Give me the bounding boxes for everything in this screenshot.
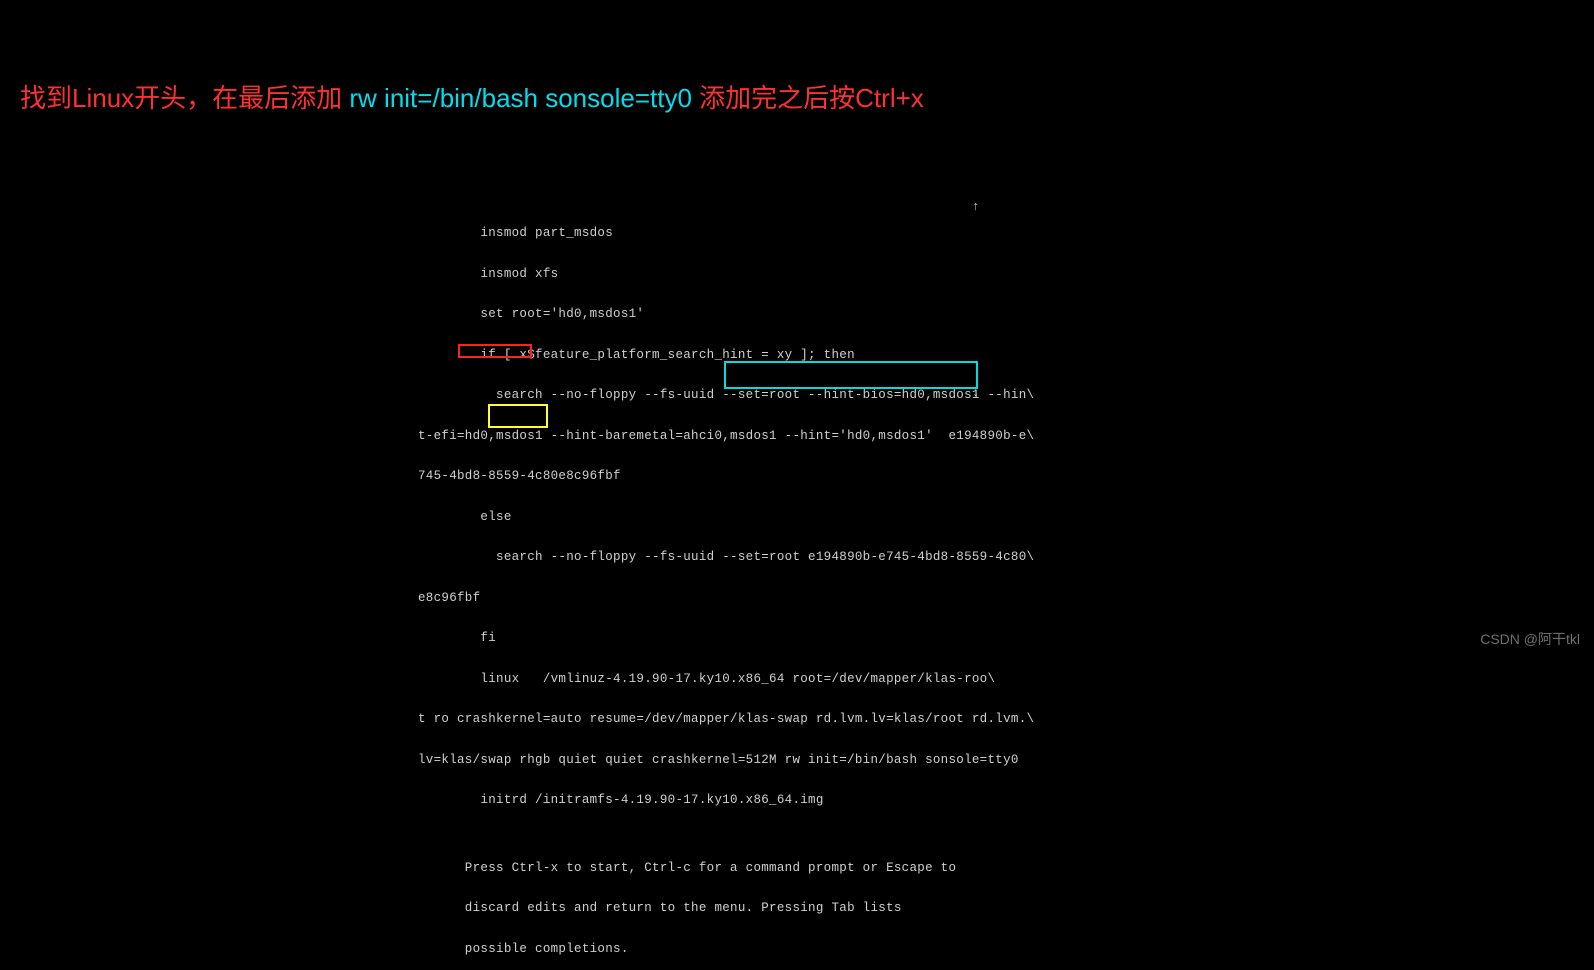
terminal-line: if [ x$feature_platform_search_hint = xy… (418, 349, 1034, 363)
scroll-up-icon: ↑ (972, 200, 980, 214)
terminal-line: fi (418, 632, 1034, 646)
terminal-hint-line: discard edits and return to the menu. Pr… (418, 902, 1034, 916)
terminal-line: initrd /initramfs-4.19.90-17.ky10.x86_64… (418, 794, 1034, 808)
terminal-line: insmod xfs (418, 268, 1034, 282)
terminal-line-linux: linux /vmlinuz-4.19.90-17.ky10.x86_64 ro… (418, 673, 1034, 687)
annotation-part3: 添加完之后按Ctrl+x (699, 83, 924, 113)
terminal-hint-line: Press Ctrl-x to start, Ctrl-c for a comm… (418, 862, 1034, 876)
terminal-line: search --no-floppy --fs-uuid --set=root … (418, 389, 1034, 403)
terminal-line: search --no-floppy --fs-uuid --set=root … (418, 551, 1034, 565)
annotation-param: rw init=/bin/bash sonsole=tty0 (349, 83, 692, 113)
grub-terminal: insmod part_msdos insmod xfs set root='h… (418, 200, 1034, 970)
terminal-line: e8c96fbf (418, 592, 1034, 606)
terminal-line: t ro crashkernel=auto resume=/dev/mapper… (418, 713, 1034, 727)
annotation-text: 找到Linux开头，在最后添加 rw init=/bin/bash sonsol… (20, 78, 924, 115)
annotation-part1: 找到Linux开头，在最后添加 (20, 83, 349, 113)
terminal-line-added: lv=klas/swap rhgb quiet quiet crashkerne… (418, 754, 1034, 768)
terminal-line: 745-4bd8-8559-4c80e8c96fbf (418, 470, 1034, 484)
terminal-hint-line: possible completions. (418, 943, 1034, 957)
watermark-text: CSDN @阿干tkl (1480, 629, 1580, 649)
terminal-line: else (418, 511, 1034, 525)
terminal-line: insmod part_msdos (418, 227, 1034, 241)
terminal-line: set root='hd0,msdos1' (418, 308, 1034, 322)
terminal-line: t-efi=hd0,msdos1 --hint-baremetal=ahci0,… (418, 430, 1034, 444)
scroll-down-icon: ↓ (972, 386, 980, 400)
